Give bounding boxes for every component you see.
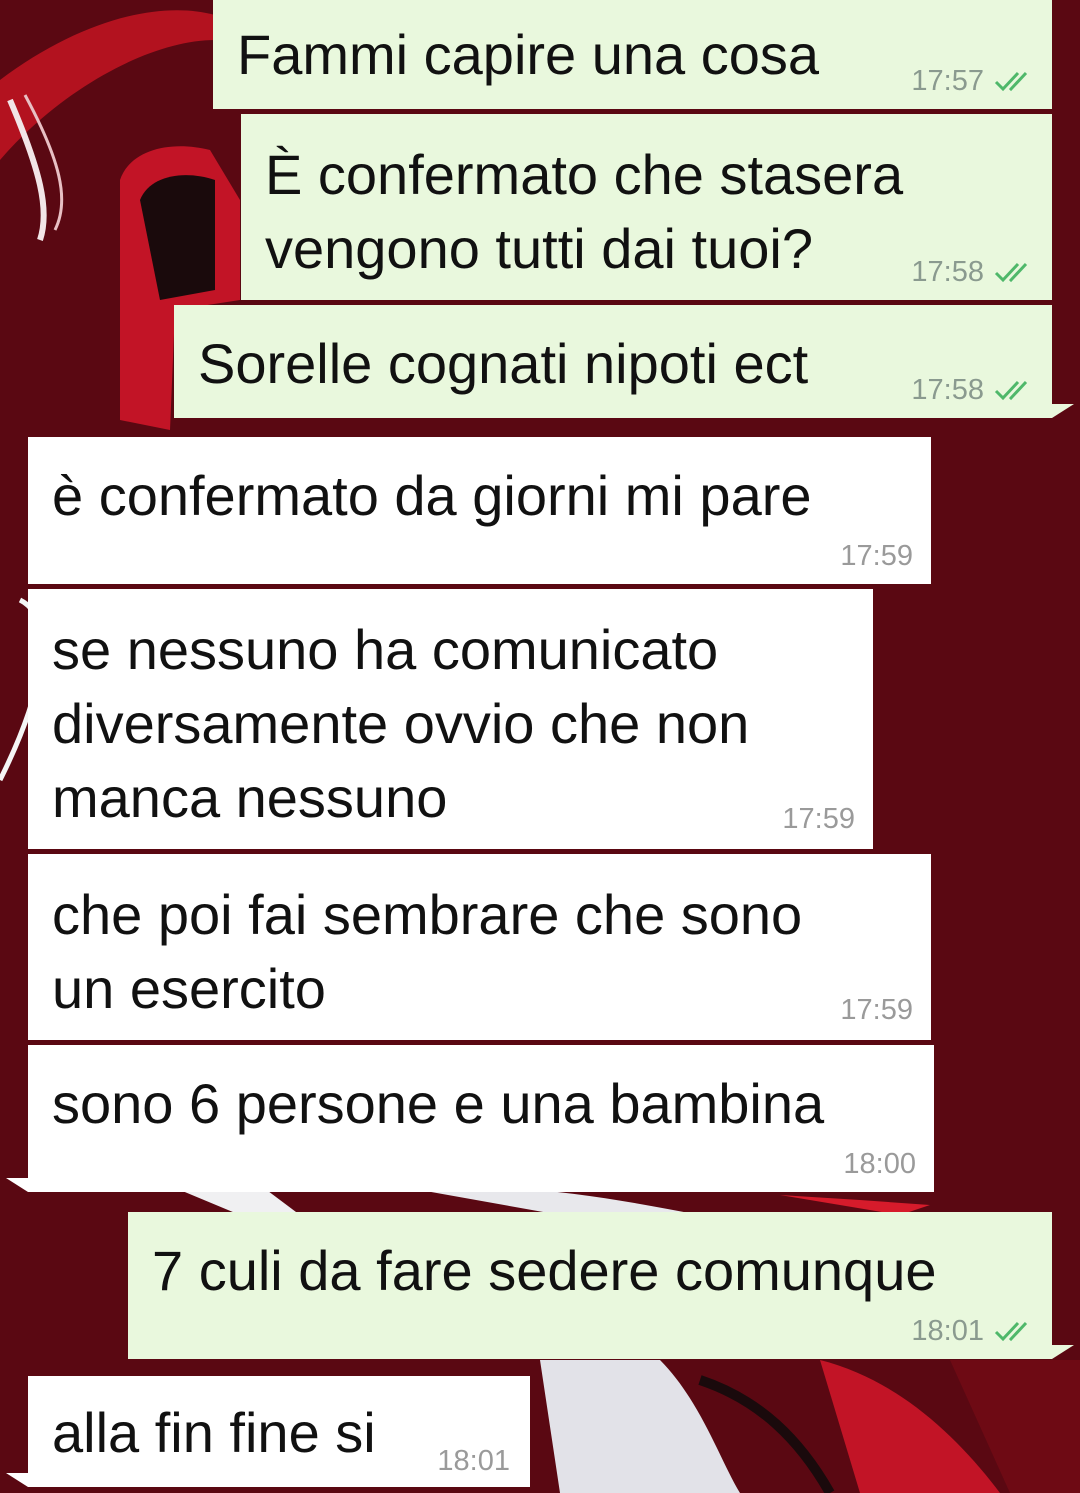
incoming-message[interactable]: se nessuno ha comunicato diversamente ov… bbox=[28, 589, 873, 849]
double-check-icon bbox=[994, 1321, 1028, 1342]
message-time: 17:59 bbox=[840, 994, 913, 1026]
message-text: se nessuno ha comunicato diversamente ov… bbox=[52, 618, 750, 829]
message-time: 17:59 bbox=[782, 803, 855, 835]
message-meta: 17:59 bbox=[782, 803, 855, 835]
bubble-tail bbox=[1052, 1345, 1074, 1359]
message-text: Sorelle cognati nipoti ect bbox=[198, 332, 809, 395]
message-meta: 17:59 bbox=[840, 540, 913, 572]
bubble-tail bbox=[1052, 404, 1074, 418]
message-meta: 18:00 bbox=[843, 1148, 916, 1180]
message-meta: 18:01 bbox=[911, 1315, 1036, 1347]
outgoing-message[interactable]: 7 culi da fare sedere comunque 18:01 bbox=[128, 1212, 1052, 1359]
incoming-message[interactable]: che poi fai sembrare che sono un esercit… bbox=[28, 854, 931, 1040]
message-text: alla fin fine si bbox=[52, 1401, 376, 1464]
message-meta: 17:57 bbox=[911, 65, 1036, 97]
message-meta: 17:58 bbox=[911, 256, 1036, 288]
outgoing-message[interactable]: È confermato che stasera vengono tutti d… bbox=[241, 114, 1052, 300]
message-text: che poi fai sembrare che sono un esercit… bbox=[52, 883, 803, 1020]
message-time: 18:00 bbox=[843, 1148, 916, 1180]
message-text: Fammi capire una cosa bbox=[237, 23, 820, 86]
outgoing-message[interactable]: Sorelle cognati nipoti ect 17:58 bbox=[174, 305, 1052, 418]
message-time: 17:57 bbox=[911, 65, 984, 97]
bubble-tail bbox=[6, 1473, 28, 1487]
message-time: 17:58 bbox=[911, 374, 984, 406]
message-time: 18:01 bbox=[437, 1445, 510, 1477]
message-text: è confermato da giorni mi pare bbox=[52, 464, 812, 527]
double-check-icon bbox=[994, 71, 1028, 92]
message-meta: 17:59 bbox=[840, 994, 913, 1026]
message-text: sono 6 persone e una bambina bbox=[52, 1072, 825, 1135]
incoming-message[interactable]: sono 6 persone e una bambina 18:00 bbox=[28, 1045, 934, 1192]
message-meta: 17:58 bbox=[911, 374, 1036, 406]
message-meta: 18:01 bbox=[437, 1445, 510, 1477]
double-check-icon bbox=[994, 380, 1028, 401]
message-time: 17:59 bbox=[840, 540, 913, 572]
outgoing-message[interactable]: Fammi capire una cosa 17:57 bbox=[213, 0, 1052, 109]
double-check-icon bbox=[994, 262, 1028, 283]
message-text: 7 culi da fare sedere comunque bbox=[152, 1239, 937, 1302]
message-time: 17:58 bbox=[911, 256, 984, 288]
message-text: È confermato che stasera vengono tutti d… bbox=[265, 143, 904, 280]
bubble-tail bbox=[6, 1178, 28, 1192]
incoming-message[interactable]: è confermato da giorni mi pare 17:59 bbox=[28, 437, 931, 584]
incoming-message[interactable]: alla fin fine si 18:01 bbox=[28, 1376, 530, 1487]
message-time: 18:01 bbox=[911, 1315, 984, 1347]
